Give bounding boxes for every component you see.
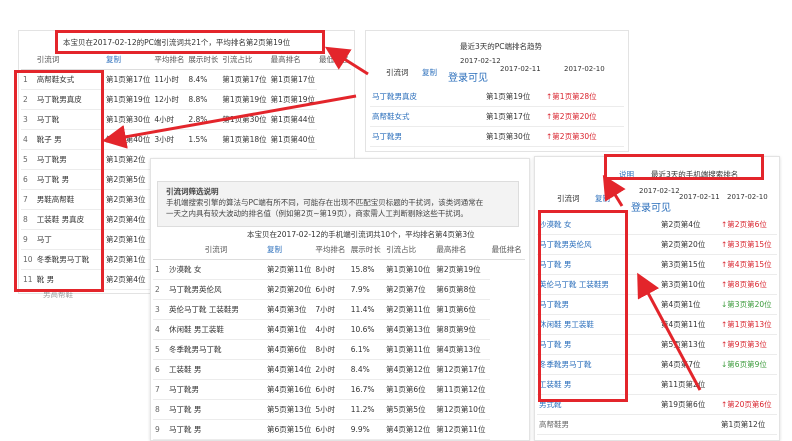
annotation-arrows (102, 46, 702, 391)
arrow-to-mobile-trend-title (602, 174, 626, 207)
arrow-to-pc-keywords (102, 94, 357, 149)
arrow-to-pc-summary (324, 46, 369, 76)
arrow-to-mobile-keywords (637, 272, 702, 391)
